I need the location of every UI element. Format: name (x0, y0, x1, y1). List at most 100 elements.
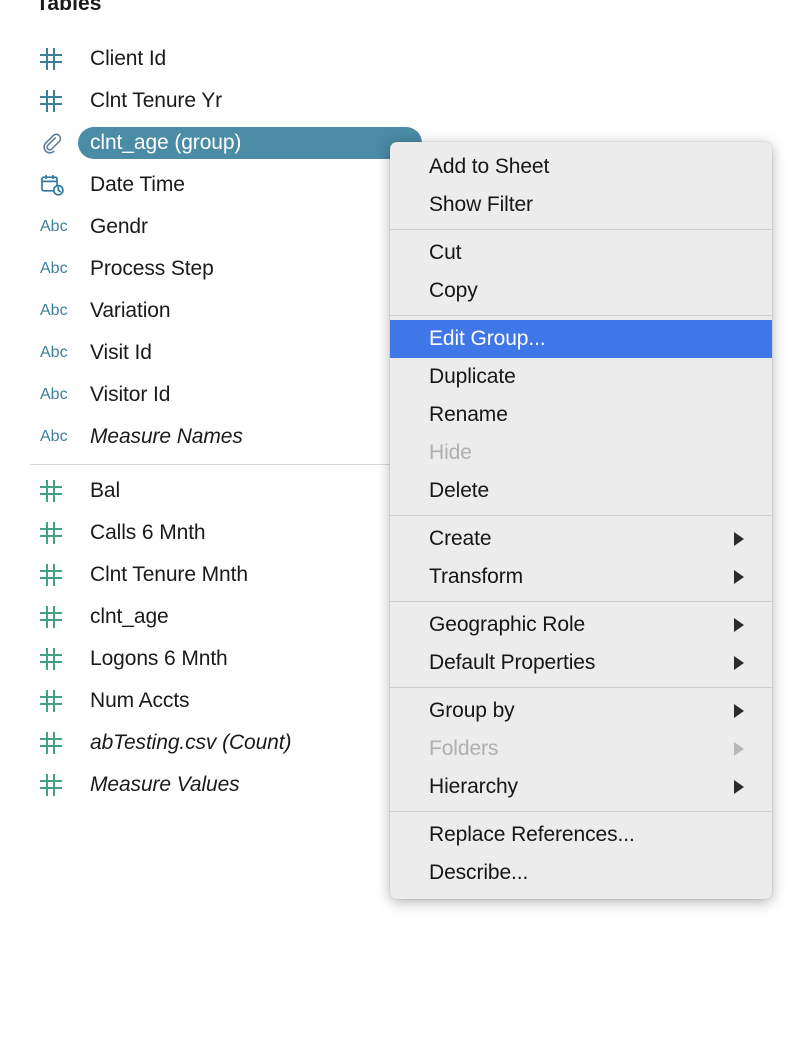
number-hash-icon (40, 774, 74, 796)
menu-item-label: Duplicate (429, 365, 516, 389)
field-label: Clnt Tenure Yr (74, 89, 222, 113)
menu-separator (390, 687, 772, 688)
menu-item[interactable]: Duplicate (390, 358, 772, 396)
menu-separator (390, 811, 772, 812)
field-label: Measure Values (74, 773, 240, 797)
menu-item-label: Describe... (429, 861, 528, 885)
abc-text-icon: Abc (40, 345, 74, 361)
number-hash-icon (40, 48, 74, 70)
field-list-item[interactable]: Client Id (0, 38, 422, 80)
hash-glyph (40, 774, 62, 796)
menu-item[interactable]: Transform (390, 558, 772, 596)
paperclip-glyph (40, 131, 64, 155)
menu-item[interactable]: Copy (390, 272, 772, 310)
number-hash-icon (40, 606, 74, 628)
abc-glyph: Abc (40, 303, 68, 319)
field-list-item[interactable]: Num Accts (0, 680, 422, 722)
field-label: Date Time (74, 173, 185, 197)
field-list-item[interactable]: AbcVisit Id (0, 332, 422, 374)
menu-item[interactable]: Show Filter (390, 186, 772, 224)
field-label: Calls 6 Mnth (74, 521, 206, 545)
field-list-item[interactable]: Abc Visitor Id (0, 374, 422, 416)
field-list-item[interactable]: Date Time (0, 164, 422, 206)
field-list-item[interactable]: Logons 6 Mnth (0, 638, 422, 680)
field-list-item[interactable]: AbcVariation (0, 290, 422, 332)
field-label: Client Id (74, 47, 166, 71)
field-label: Bal (74, 479, 120, 503)
menu-separator (390, 515, 772, 516)
menu-separator (390, 315, 772, 316)
menu-item[interactable]: Hierarchy (390, 768, 772, 806)
menu-item-label: Cut (429, 241, 461, 265)
field-label: Num Accts (74, 689, 189, 713)
abc-glyph: Abc (40, 261, 68, 277)
hash-glyph (40, 732, 62, 754)
hash-glyph (40, 48, 62, 70)
field-list-item[interactable]: Clnt Tenure Mnth (0, 554, 422, 596)
menu-item-label: Hide (429, 441, 472, 465)
field-label: abTesting.csv (Count) (74, 731, 291, 755)
field-list-item[interactable]: Calls 6 Mnth (0, 512, 422, 554)
hash-glyph (40, 90, 62, 112)
abc-text-icon: Abc (40, 219, 74, 235)
abc-text-icon: Abc (40, 261, 74, 277)
number-hash-icon (40, 480, 74, 502)
chevron-right-icon (734, 704, 744, 718)
menu-item-label: Rename (429, 403, 508, 427)
field-label: clnt_age (group) (74, 131, 241, 155)
field-list-item[interactable]: Abc Gendr (0, 206, 422, 248)
menu-item[interactable]: Delete (390, 472, 772, 510)
field-list-item[interactable]: Bal (0, 470, 422, 512)
abc-glyph: Abc (40, 387, 68, 403)
menu-item[interactable]: Rename (390, 396, 772, 434)
paperclip-group-icon (40, 131, 74, 155)
field-list-item[interactable]: AbcMeasure Names (0, 416, 422, 458)
menu-item[interactable]: Edit Group... (390, 320, 772, 358)
menu-item[interactable]: Replace References... (390, 816, 772, 854)
field-list-item[interactable]: abTesting.csv (Count) (0, 722, 422, 764)
field-label: Measure Names (74, 425, 243, 449)
field-context-menu[interactable]: Add to SheetShow Filter Cut Copy Edit Group… (390, 142, 772, 899)
number-hash-icon (40, 648, 74, 670)
field-label: Logons 6 Mnth (74, 647, 228, 671)
menu-item[interactable]: Create (390, 520, 772, 558)
chevron-right-icon (734, 780, 744, 794)
number-hash-icon (40, 732, 74, 754)
hash-glyph (40, 606, 62, 628)
field-label: Visitor Id (74, 383, 170, 407)
page-title: Tables (36, 0, 102, 16)
data-pane: Tables Client Id Clnt Tenure Yr clnt_age (… (0, 0, 422, 1056)
hash-glyph (40, 480, 62, 502)
menu-item[interactable]: Describe... (390, 854, 772, 892)
menu-item[interactable]: Default Properties (390, 644, 772, 682)
field-list-item[interactable]: Clnt Tenure Yr (0, 80, 422, 122)
abc-text-icon: Abc (40, 387, 74, 403)
menu-item-label: Group by (429, 699, 515, 723)
field-list-item[interactable]: Measure Values (0, 764, 422, 806)
chevron-right-icon (734, 742, 744, 756)
hash-glyph (40, 522, 62, 544)
tableau-worksheet-screen: Tables Client Id Clnt Tenure Yr clnt_age (… (0, 0, 798, 1056)
menu-item[interactable]: Group by (390, 692, 772, 730)
calendar-clock-icon (40, 173, 74, 197)
menu-item-label: Edit Group... (429, 327, 546, 351)
field-list-item[interactable]: clnt_age (0, 596, 422, 638)
abc-glyph: Abc (40, 219, 68, 235)
menu-item[interactable]: Add to Sheet (390, 148, 772, 186)
chevron-right-icon (734, 618, 744, 632)
calendar-clock-glyph (40, 173, 66, 197)
menu-item[interactable]: Cut (390, 234, 772, 272)
menu-item-label: Geographic Role (429, 613, 585, 637)
abc-text-icon: Abc (40, 303, 74, 319)
menu-item[interactable]: Geographic Role (390, 606, 772, 644)
field-label: Process Step (74, 257, 214, 281)
abc-glyph: Abc (40, 345, 68, 361)
menu-item-label: Default Properties (429, 651, 595, 675)
number-hash-icon (40, 522, 74, 544)
field-list-item[interactable]: Abc Process Step (0, 248, 422, 290)
number-hash-icon (40, 564, 74, 586)
menu-item-label: Transform (429, 565, 523, 589)
menu-separator (390, 229, 772, 230)
field-label: Gendr (74, 215, 148, 239)
field-list-item[interactable]: clnt_age (group) (0, 122, 422, 164)
